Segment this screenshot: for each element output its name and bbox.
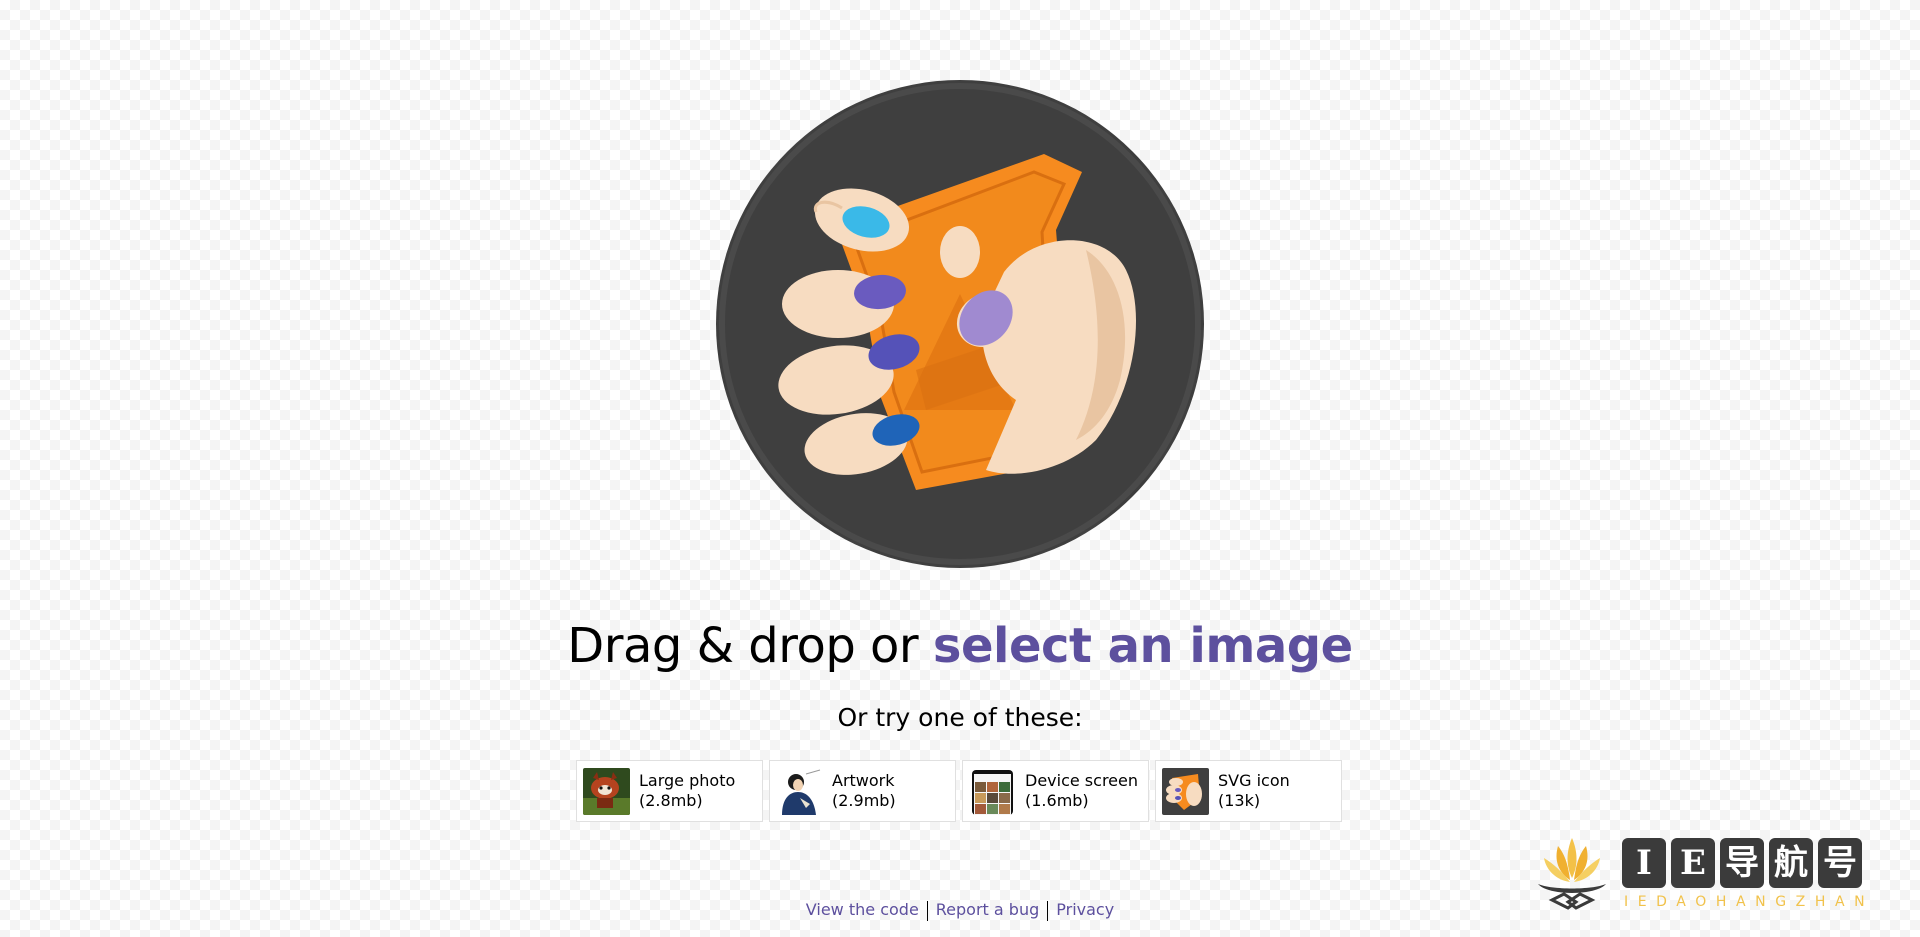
- watermark-subtext: IEDAOHANGZHAN: [1624, 894, 1875, 910]
- watermark-char: 号: [1818, 838, 1862, 888]
- demo-label: Large photo: [639, 771, 736, 790]
- lotus-handshake-icon: [1532, 830, 1612, 916]
- privacy-link[interactable]: Privacy: [1048, 900, 1122, 919]
- upload-prefix: Drag & drop or: [567, 618, 933, 674]
- device-screen-thumbnail: [969, 767, 1016, 815]
- report-bug-link[interactable]: Report a bug: [928, 900, 1047, 919]
- squoosh-logo: [716, 80, 1204, 568]
- demo-size: (1.6mb): [1025, 791, 1089, 810]
- view-code-link[interactable]: View the code: [798, 900, 927, 919]
- demo-size: (2.9mb): [832, 791, 896, 810]
- demo-subtitle: Or try one of these:: [837, 703, 1083, 732]
- demo-label: SVG icon: [1218, 771, 1290, 790]
- demo-size: (13k): [1218, 791, 1261, 810]
- squoosh-hand-logo-icon: [716, 80, 1204, 568]
- watermark-char: I: [1622, 838, 1666, 888]
- demo-artwork[interactable]: Artwork (2.9mb): [769, 760, 956, 822]
- demo-size: (2.8mb): [639, 791, 703, 810]
- watermark-char: 导: [1720, 838, 1764, 888]
- red-panda-photo-thumbnail: [583, 767, 630, 815]
- svg-icon-thumbnail: [1162, 767, 1209, 815]
- artwork-thumbnail: [776, 767, 823, 815]
- watermark-characters: I E 导 航 号: [1622, 838, 1862, 888]
- demo-svg-icon-info: SVG icon (13k): [1218, 771, 1290, 811]
- demo-device-screen-info: Device screen (1.6mb): [1025, 771, 1138, 811]
- upload-heading: Drag & drop or select an image: [0, 614, 1920, 678]
- watermark-char: 航: [1769, 838, 1813, 888]
- demo-label: Artwork: [832, 771, 895, 790]
- demo-device-screen[interactable]: Device screen (1.6mb): [962, 760, 1149, 822]
- demo-svg-icon[interactable]: SVG icon (13k): [1155, 760, 1342, 822]
- site-watermark: I E 导 航 号 IEDAOHANGZHAN: [1532, 830, 1902, 916]
- select-image-link[interactable]: select an image: [933, 618, 1353, 674]
- watermark-char: E: [1671, 838, 1715, 888]
- demo-large-photo-info: Large photo (2.8mb): [639, 771, 735, 811]
- demo-list: Large photo (2.8mb) Artwork (2.9mb) Devi…: [576, 760, 1344, 822]
- demo-artwork-info: Artwork (2.9mb): [832, 771, 896, 811]
- demo-large-photo[interactable]: Large photo (2.8mb): [576, 760, 763, 822]
- demo-label: Device screen: [1025, 771, 1138, 790]
